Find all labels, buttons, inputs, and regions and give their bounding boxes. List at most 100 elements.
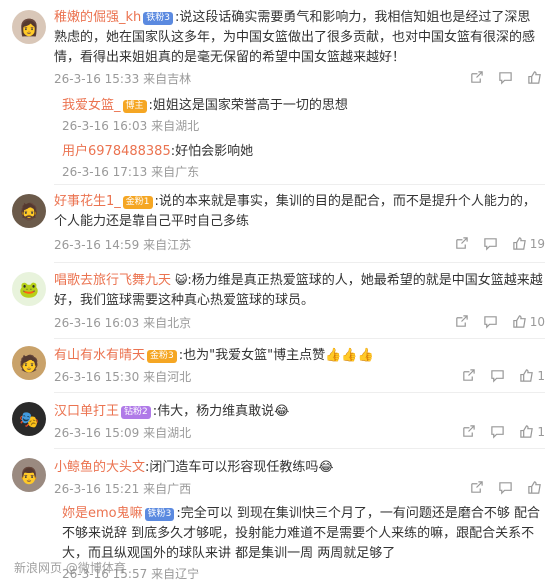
username[interactable]: 稚嫩的倔强_kh bbox=[54, 10, 141, 25]
location: 来自北京 bbox=[143, 316, 192, 330]
share-button[interactable] bbox=[469, 70, 484, 85]
share-button[interactable] bbox=[461, 424, 476, 439]
comment-actions bbox=[469, 480, 545, 495]
comment-meta: 26-3-16 15:33 来自吉林 bbox=[54, 70, 191, 87]
like-count: 1 bbox=[537, 424, 545, 439]
comment-icon bbox=[499, 72, 512, 85]
fan-badge: 金粉1 bbox=[122, 196, 153, 209]
comment-icon bbox=[491, 426, 505, 439]
comment-actions: 10 bbox=[454, 314, 545, 329]
like-button[interactable]: 1 bbox=[519, 424, 545, 439]
share-icon bbox=[455, 315, 468, 327]
comment-text: :闭门造车可以形容现任教练吗😂 bbox=[145, 460, 334, 475]
watermark: 新浪网页 @微博体育 bbox=[14, 561, 126, 575]
avatar[interactable]: 👨 bbox=[12, 458, 46, 492]
timestamp: 26-3-16 15:21 bbox=[54, 482, 140, 496]
reply-button[interactable] bbox=[490, 424, 505, 439]
share-button[interactable] bbox=[469, 480, 484, 495]
comment-meta: 26-3-16 15:30 来自河北 bbox=[54, 368, 191, 385]
reply-username[interactable]: 用户6978488385 bbox=[62, 144, 171, 159]
reply-location: 来自辽宁 bbox=[151, 567, 200, 581]
reply-username[interactable]: 妳是emo鬼嘛 bbox=[62, 506, 143, 521]
reply-timestamp: 26-3-16 16:03 bbox=[62, 119, 148, 133]
username[interactable]: 小鲸鱼的大头文 bbox=[54, 460, 145, 475]
comment-meta: 26-3-16 16:03 来自北京 bbox=[54, 314, 191, 331]
like-button[interactable]: 1 bbox=[519, 368, 545, 383]
reply-2: 用户6978488385:好怕会影响她 26-3-16 17:13 来自广东 bbox=[62, 142, 543, 182]
comment-text: :也为"我爱女篮"博主点赞👍👍👍 bbox=[178, 348, 374, 363]
divider bbox=[54, 262, 545, 263]
reply-text: :好怕会影响她 bbox=[170, 144, 254, 159]
username[interactable]: 有山有水有晴天 bbox=[54, 348, 145, 363]
share-button[interactable] bbox=[454, 314, 469, 329]
thumbs-up-icon bbox=[520, 369, 534, 382]
reply-button[interactable] bbox=[498, 70, 513, 85]
share-icon bbox=[463, 369, 476, 381]
like-button[interactable]: 19 bbox=[512, 236, 545, 251]
avatar[interactable]: 🐸 bbox=[12, 272, 46, 306]
username[interactable]: 好事花生1_ bbox=[54, 194, 121, 209]
thumbs-up-icon bbox=[512, 237, 526, 250]
share-icon bbox=[471, 481, 483, 493]
like-count: 1 bbox=[537, 368, 545, 383]
reply-username[interactable]: 我爱女篮_ bbox=[62, 98, 121, 113]
avatar[interactable]: 🧑 bbox=[12, 346, 46, 380]
location: 来自湖北 bbox=[143, 426, 192, 440]
timestamp: 26-3-16 15:09 bbox=[54, 426, 140, 440]
avatar[interactable]: 🧔 bbox=[12, 194, 46, 228]
comment-meta: 26-3-16 15:21 来自广西 bbox=[54, 480, 191, 497]
like-count: 19 bbox=[529, 236, 545, 251]
fan-badge: 金粉3 bbox=[147, 350, 177, 363]
blogger-badge: 博主 bbox=[122, 100, 147, 113]
comment-icon bbox=[483, 316, 497, 329]
comment-icon bbox=[491, 370, 505, 383]
reply-timestamp: 26-3-16 17:13 bbox=[62, 165, 148, 179]
share-icon bbox=[471, 71, 483, 83]
like-button[interactable]: 10 bbox=[512, 314, 545, 329]
share-button[interactable] bbox=[461, 368, 476, 383]
comment-meta: 26-3-16 14:59 来自江苏 bbox=[54, 236, 191, 253]
comment-meta: 26-3-16 15:09 来自湖北 bbox=[54, 424, 191, 441]
reply-1: 我爱女篮_ 博主:姐姐这是国家荣誉高于一切的思想 26-3-16 16:03 来自… bbox=[62, 96, 543, 136]
avatar-image: 🎭 bbox=[19, 409, 39, 429]
avatar-image: 👨 bbox=[19, 465, 39, 485]
avatar-image: 🐸 bbox=[19, 279, 39, 299]
reply-location: 来自湖北 bbox=[151, 119, 200, 133]
comment-icon bbox=[499, 482, 512, 495]
username[interactable]: 汉口单打王 bbox=[54, 404, 119, 419]
location: 来自江苏 bbox=[143, 238, 192, 252]
reply-button[interactable] bbox=[490, 368, 505, 383]
like-button[interactable] bbox=[527, 480, 545, 495]
reply-button[interactable] bbox=[483, 236, 498, 251]
divider bbox=[54, 184, 545, 185]
avatar[interactable]: 👩 bbox=[12, 10, 46, 44]
fan-badge: 铁粉3 bbox=[143, 12, 174, 25]
username[interactable]: 唱歌去旅行飞舞九天 bbox=[54, 273, 171, 288]
comment-actions: 1 bbox=[461, 424, 545, 439]
thumbs-up-icon bbox=[528, 71, 541, 84]
timestamp: 26-3-16 15:33 bbox=[54, 72, 140, 86]
reply-text: :姐姐这是国家荣誉高于一切的思想 bbox=[148, 98, 348, 113]
comment-icon bbox=[483, 238, 497, 251]
location: 来自吉林 bbox=[143, 72, 192, 86]
avatar[interactable]: 🎭 bbox=[12, 402, 46, 436]
like-count: 10 bbox=[529, 314, 545, 329]
share-icon bbox=[455, 237, 468, 249]
share-button[interactable] bbox=[454, 236, 469, 251]
location: 来自广西 bbox=[143, 482, 192, 496]
avatar-image: 🧔 bbox=[19, 201, 39, 221]
reply-button[interactable] bbox=[483, 314, 498, 329]
reply-location: 来自广东 bbox=[151, 165, 200, 179]
timestamp: 26-3-16 15:30 bbox=[54, 370, 140, 384]
reply-button[interactable] bbox=[498, 480, 513, 495]
fan-emoji-icon: 😺 bbox=[171, 273, 188, 287]
avatar-image: 🧑 bbox=[19, 353, 39, 373]
thumbs-up-icon bbox=[512, 315, 526, 328]
divider bbox=[54, 338, 545, 339]
timestamp: 26-3-16 16:03 bbox=[54, 316, 140, 330]
comment-text: :伟大，杨力维真敢说😂 bbox=[152, 404, 290, 419]
location: 来自河北 bbox=[143, 370, 192, 384]
divider bbox=[54, 448, 545, 449]
like-button[interactable] bbox=[527, 70, 545, 85]
fan-badge: 钻粉2 bbox=[121, 406, 151, 419]
